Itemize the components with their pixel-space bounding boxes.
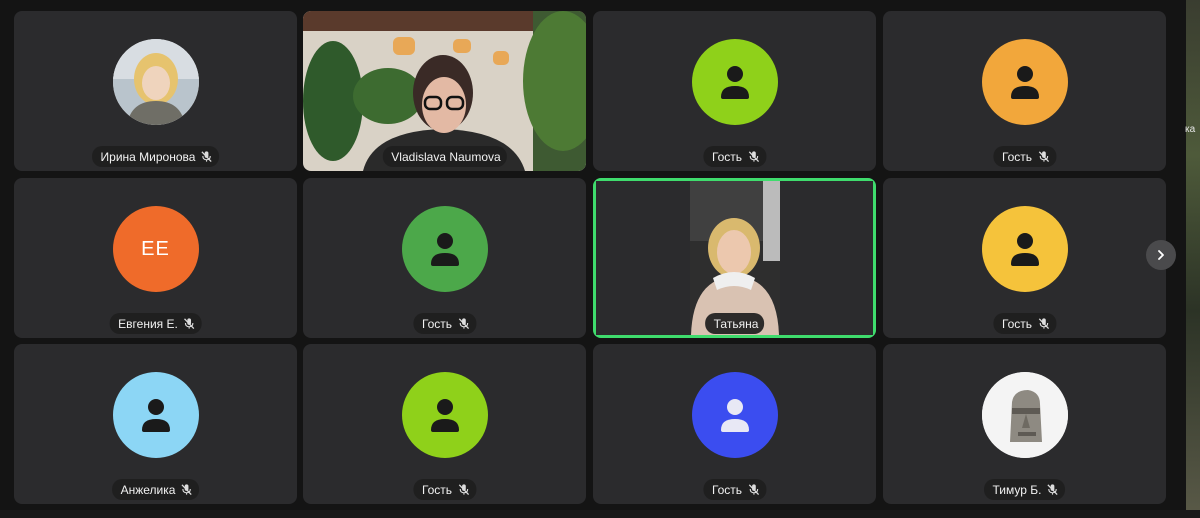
mic-muted-icon: [1047, 484, 1059, 496]
chevron-right-icon: [1158, 250, 1164, 260]
participant-tile[interactable]: Гость: [303, 344, 586, 504]
participant-name: Гость: [421, 316, 453, 331]
avatar: ЕЕ: [112, 206, 199, 292]
avatar: [981, 372, 1068, 458]
participant-name-label: Гость: [992, 146, 1057, 167]
participant-tile[interactable]: Анжелика: [14, 344, 297, 504]
participant-name: Татьяна: [713, 316, 759, 331]
mic-muted-icon: [181, 484, 193, 496]
participant-name-label: Vladislava Naumova: [382, 146, 507, 167]
participant-name: Евгения Е.: [118, 316, 178, 331]
participant-name: Ирина Миронова: [100, 149, 196, 164]
mic-muted-icon: [1038, 151, 1049, 163]
participant-name: Гость: [1001, 149, 1033, 164]
participant-name: Анжелика: [120, 482, 176, 497]
participant-name: Vladislava Naumova: [391, 149, 501, 164]
participant-name-label: Гость: [412, 479, 477, 500]
participant-grid: Ирина Миронова Vladislava Naumova Гость …: [0, 0, 1185, 518]
participant-name-label: Гость: [412, 313, 477, 334]
participant-name: Тимур Б.: [992, 482, 1042, 497]
avatar: [112, 372, 199, 458]
participant-tile[interactable]: Тимур Б.: [883, 344, 1166, 504]
participant-name-label: Евгения Е.: [109, 313, 202, 334]
participant-tile[interactable]: ЕЕ Евгения Е.: [14, 178, 297, 338]
participant-name-label: Тимур Б.: [983, 479, 1066, 500]
adjacent-window-edge: [1186, 0, 1200, 518]
adjacent-window-text: ка: [1185, 124, 1196, 135]
participant-name-label: Анжелика: [111, 479, 200, 500]
participant-tile[interactable]: Гость: [593, 344, 876, 504]
avatar-initials: ЕЕ: [141, 237, 170, 260]
participant-name-label: Татьяна: [704, 313, 765, 334]
person-icon: [1010, 233, 1039, 266]
participant-tile[interactable]: Гость: [593, 11, 876, 171]
mic-muted-icon: [748, 151, 759, 163]
bottom-toolbar-edge: [0, 510, 1200, 518]
mic-muted-icon: [458, 318, 469, 330]
participant-tile-video-speaking[interactable]: Татьяна: [593, 178, 876, 338]
next-page-button[interactable]: [1146, 240, 1176, 270]
mic-muted-icon: [458, 484, 469, 496]
mic-muted-icon: [748, 484, 759, 496]
participant-name: Гость: [421, 482, 453, 497]
participant-tile-video[interactable]: Vladislava Naumova: [303, 11, 586, 171]
participant-name: Гость: [711, 482, 743, 497]
participant-tile[interactable]: Ирина Миронова: [14, 11, 297, 171]
moai-statue-icon: [981, 372, 1068, 458]
avatar: [401, 206, 488, 292]
person-icon: [430, 399, 459, 432]
avatar: [691, 39, 778, 125]
person-icon: [1010, 66, 1039, 99]
participant-name: Гость: [711, 149, 743, 164]
participant-name-label: Гость: [702, 479, 767, 500]
mic-muted-icon: [184, 318, 195, 330]
person-icon: [430, 233, 459, 266]
person-icon: [720, 66, 749, 99]
participant-name-label: Гость: [702, 146, 767, 167]
person-icon: [141, 399, 170, 432]
mic-muted-icon: [201, 151, 213, 163]
avatar: [401, 372, 488, 458]
avatar: [981, 39, 1068, 125]
person-icon: [720, 399, 749, 432]
avatar: [112, 39, 199, 125]
participant-tile[interactable]: Гость: [883, 11, 1166, 171]
participant-tile[interactable]: Гость: [303, 178, 586, 338]
avatar: [691, 372, 778, 458]
participant-name-label: Ирина Миронова: [91, 146, 220, 167]
avatar: [981, 206, 1068, 292]
participant-tile[interactable]: Гость: [883, 178, 1166, 338]
mic-muted-icon: [1038, 318, 1049, 330]
participant-name: Гость: [1001, 316, 1033, 331]
participant-name-label: Гость: [992, 313, 1057, 334]
